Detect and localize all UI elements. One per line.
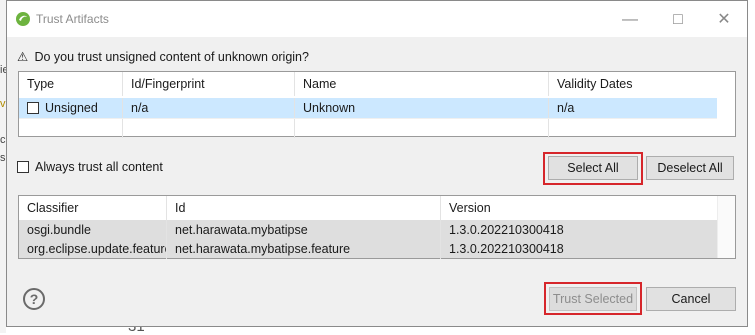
trust-artifacts-dialog: Trust Artifacts — □ ✕ ⚠ Do you trust uns… — [6, 0, 748, 327]
highlight-box — [544, 282, 642, 315]
always-trust-label: Always trust all content — [35, 160, 163, 174]
table-scrollbar[interactable] — [717, 196, 735, 258]
title-bar: Trust Artifacts — □ ✕ — [7, 1, 747, 37]
maximize-icon[interactable]: □ — [655, 7, 701, 33]
type-value: Unsigned — [45, 101, 98, 115]
column-header-id[interactable]: Id — [167, 196, 441, 220]
name-cell: Unknown — [295, 98, 549, 118]
empty-cell — [123, 118, 295, 138]
help-icon[interactable]: ? — [23, 288, 45, 310]
column-header-classifier[interactable]: Classifier — [19, 196, 167, 220]
column-header-type[interactable]: Type — [19, 72, 123, 96]
column-header-name[interactable]: Name — [295, 72, 549, 96]
id-cell: net.harawata.mybatipse — [167, 220, 441, 240]
column-header-validity-dates[interactable]: Validity Dates — [549, 72, 717, 96]
row-divider — [19, 118, 717, 119]
always-trust-row[interactable]: Always trust all content — [17, 160, 163, 174]
artifacts-table: Classifier Id Version osgi.bundle net.ha… — [18, 195, 736, 259]
type-cell[interactable]: Unsigned — [19, 98, 123, 118]
validity-cell: n/a — [557, 101, 575, 115]
question-label: Do you trust unsigned content of unknown… — [34, 50, 309, 64]
close-icon[interactable]: ✕ — [701, 7, 747, 33]
unsigned-checkbox[interactable] — [27, 102, 39, 114]
signature-table: Type Id/Fingerprint Name Validity Dates … — [18, 71, 736, 138]
column-header-version[interactable]: Version — [441, 196, 717, 220]
always-trust-checkbox[interactable] — [17, 161, 29, 173]
background-text: c — [0, 134, 6, 146]
deselect-all-button[interactable]: Deselect All — [646, 156, 734, 180]
question-text-row: ⚠ Do you trust unsigned content of unkno… — [17, 49, 309, 64]
version-cell: 1.3.0.202210300418 — [449, 242, 564, 256]
fingerprint-cell: n/a — [123, 98, 295, 118]
minimize-icon[interactable]: — — [607, 7, 653, 33]
classifier-cell: osgi.bundle — [19, 220, 167, 240]
background-text: s — [0, 152, 6, 164]
warning-icon: ⚠ — [17, 50, 29, 64]
highlight-box — [543, 152, 643, 185]
empty-cell — [19, 118, 123, 138]
dialog-title: Trust Artifacts — [36, 12, 109, 26]
background-text: v — [0, 98, 6, 110]
eclipse-icon — [16, 12, 30, 26]
column-header-id-fingerprint[interactable]: Id/Fingerprint — [123, 72, 295, 96]
version-cell: 1.3.0.202210300418 — [449, 223, 564, 237]
classifier-cell: org.eclipse.update.feature — [19, 239, 167, 259]
id-cell: net.harawata.mybatipse.feature — [167, 239, 441, 259]
empty-cell — [295, 118, 549, 138]
cancel-button[interactable]: Cancel — [646, 287, 736, 311]
